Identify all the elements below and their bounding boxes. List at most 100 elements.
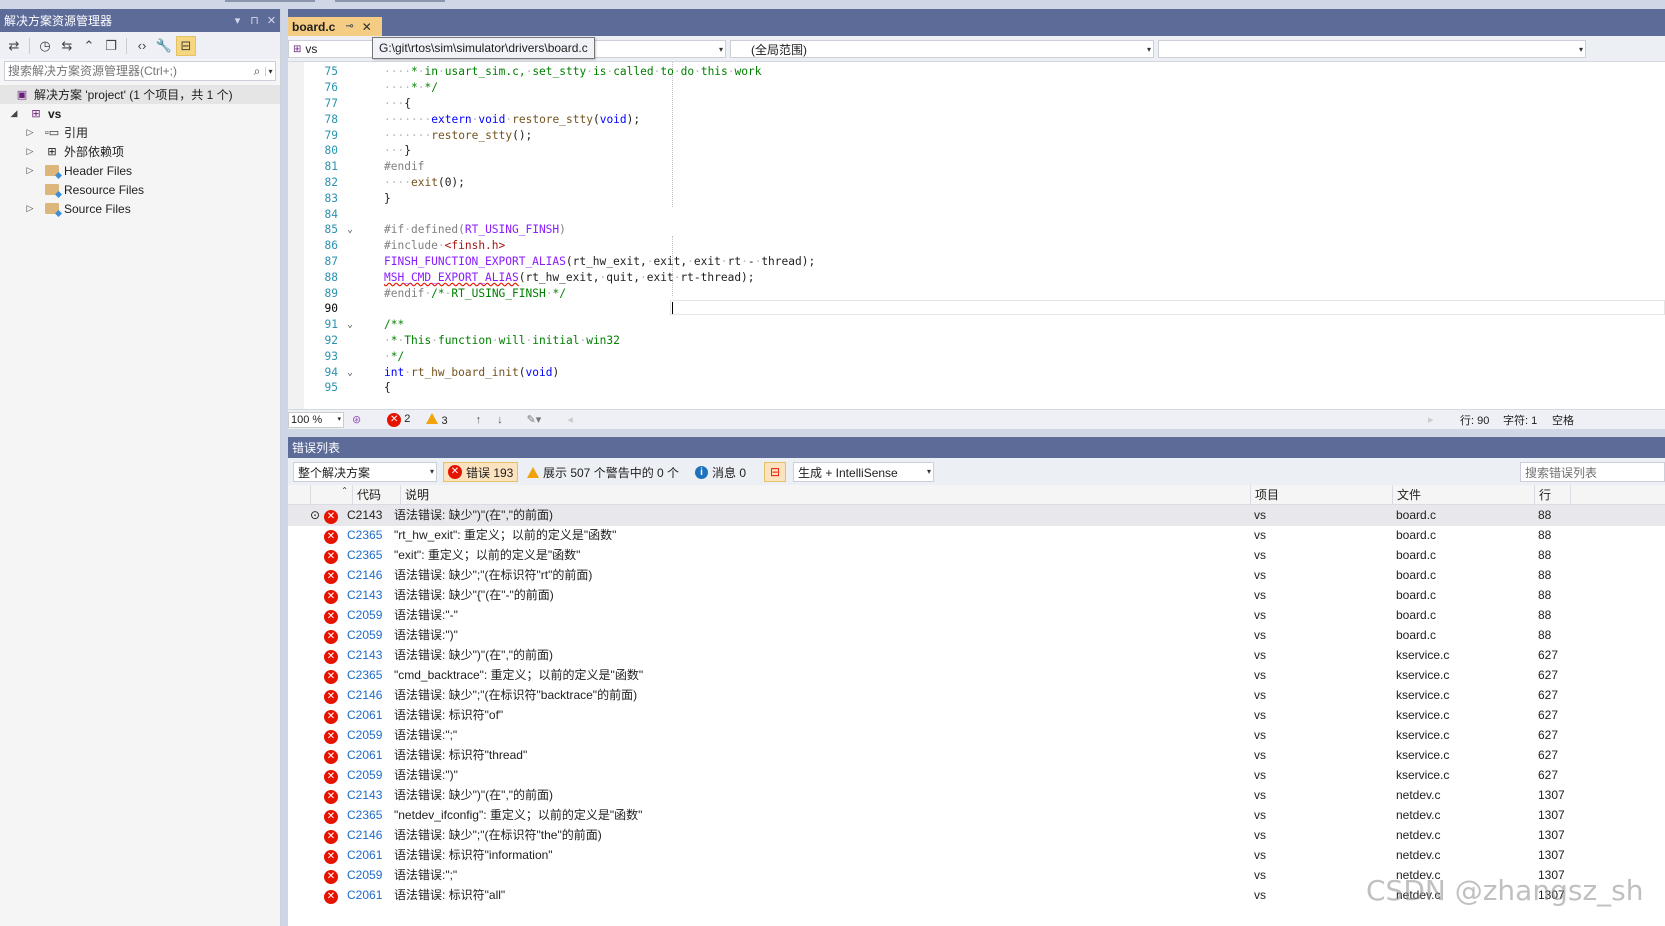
error-row[interactable]: ✕ C2365 "exit": 重定义；以前的定义是"函数" vs board.c 88 [288, 545, 1665, 566]
code-line[interactable]: 85 ⌄ #if·defined(RT_USING_FINSH) [288, 222, 1665, 238]
code-line[interactable]: 81 #endif [288, 159, 1665, 175]
error-code-link[interactable]: C2059 [347, 865, 382, 886]
code-line[interactable]: 89 #endif·/*·RT_USING_FINSH·*/ [288, 285, 1665, 301]
chevron-down-icon[interactable]: ▾ [927, 463, 931, 480]
filter-toggle-icon[interactable]: ⊟ [764, 462, 786, 482]
arrow-down-icon[interactable]: ↓ [497, 414, 503, 426]
error-code-link[interactable]: C2061 [347, 885, 382, 906]
show-all-files-icon[interactable]: ❐ [101, 36, 121, 56]
close-icon[interactable]: ✕ [263, 14, 280, 27]
error-list-search[interactable]: 搜索错误列表 [1520, 462, 1665, 482]
code-line[interactable]: 84 [288, 206, 1665, 222]
vertical-splitter[interactable] [281, 9, 288, 926]
code-line[interactable]: 82 ····exit(0); [288, 175, 1665, 191]
expand-arrow-icon[interactable]: ◢ [8, 108, 20, 119]
error-code-link[interactable]: C2143 [347, 645, 382, 666]
error-code-link[interactable]: C2365 [347, 525, 382, 546]
error-row[interactable]: ✕ C2146 语法错误: 缺少";"(在标识符"rt"的前面) vs board.c 8… [288, 565, 1665, 586]
health-icon[interactable]: ⊛ [352, 413, 361, 426]
code-line[interactable]: 80 ···} [288, 143, 1665, 159]
sync-icon[interactable]: ⇆ [57, 36, 77, 56]
error-code-link[interactable]: C2059 [347, 765, 382, 786]
hidden-tab[interactable] [225, 0, 315, 2]
cleanup-brush-icon[interactable]: ✎▾ [527, 413, 542, 426]
copilot-icon[interactable]: ⊙ [310, 505, 320, 526]
code-line[interactable]: 87 FINSH_FUNCTION_EXPORT_ALIAS(rt_hw_exit… [288, 254, 1665, 270]
col-line[interactable]: 行 [1534, 485, 1570, 505]
error-row[interactable]: ✕ C2143 语法错误: 缺少")"(在","的前面) vs netdev.c 1307 [288, 785, 1665, 806]
pin-icon[interactable]: ⊸ [345, 21, 353, 32]
tab-board-c[interactable]: board.c ⊸ ✕ [288, 17, 382, 36]
fold-toggle-icon[interactable]: ⌄ [340, 319, 360, 330]
collapse-arrow-icon[interactable]: ▷ [24, 165, 36, 176]
error-code-link[interactable]: C2365 [347, 665, 382, 686]
code-line[interactable]: 91 ⌄ /** [288, 317, 1665, 333]
error-row[interactable]: ✕ C2143 语法错误: 缺少")"(在","的前面) vs kservice.c 62… [288, 645, 1665, 666]
col-icon[interactable] [288, 485, 310, 505]
code-line[interactable]: 95 { [288, 380, 1665, 396]
error-row[interactable]: ✕ C2146 语法错误: 缺少";"(在标识符"backtrace"的前面) vs k… [288, 685, 1665, 706]
code-line[interactable]: 86 #include·<finsh.h> [288, 238, 1665, 254]
error-code-link[interactable]: C2146 [347, 565, 382, 586]
member-combo[interactable]: ▾ [1158, 40, 1586, 58]
search-icon[interactable]: ⌕ [249, 64, 265, 79]
error-code-link[interactable]: C2059 [347, 625, 382, 646]
errors-indicator[interactable]: ✕ 2 [387, 412, 410, 427]
code-line[interactable]: 90 [288, 301, 1665, 317]
code-view-icon[interactable]: ‹› [132, 36, 152, 56]
error-code-link[interactable]: C2061 [347, 705, 382, 726]
code-editor[interactable]: 75 ····*·in·usart_sim.c,·set_stty·is·call… [288, 62, 1665, 409]
pending-changes-icon[interactable]: ◷ [35, 36, 55, 56]
collapse-all-icon[interactable]: ⌃ [79, 36, 99, 56]
error-code-link[interactable]: C2059 [347, 725, 382, 746]
arrow-up-icon[interactable]: ↑ [476, 414, 482, 426]
error-row[interactable]: ✕ C2059 语法错误:"-" vs board.c 88 [288, 605, 1665, 626]
solution-node[interactable]: ▣ 解决方案 'project' (1 个项目，共 1 个) [0, 85, 280, 104]
solution-search-input[interactable] [5, 64, 249, 78]
properties-wrench-icon[interactable]: 🔧 [154, 36, 174, 56]
chevron-down-icon[interactable]: ▾ [265, 66, 275, 76]
project-node[interactable]: ◢ ⊞ vs [0, 104, 280, 123]
tree-item-source-files[interactable]: ▷ Source Files [0, 199, 280, 218]
warnings-filter-button[interactable]: 展示 507 个警告中的 0 个 [523, 462, 683, 482]
error-row[interactable]: ✕ C2059 语法错误:";" vs kservice.c 627 [288, 725, 1665, 746]
collapse-arrow-icon[interactable]: ▷ [24, 127, 36, 138]
switch-views-icon[interactable]: ⇄ [4, 36, 24, 56]
fold-toggle-icon[interactable]: ⌄ [340, 367, 360, 378]
chevron-down-icon[interactable]: ▾ [1147, 41, 1151, 58]
error-row[interactable]: ✕ C2365 "cmd_backtrace": 重定义；以前的定义是"函数" vs k… [288, 665, 1665, 686]
dropdown-icon[interactable]: ▾ [229, 14, 246, 27]
tree-item-references[interactable]: ▷ ▫▭ 引用 [0, 123, 280, 142]
messages-filter-button[interactable]: i 消息 0 [691, 462, 750, 482]
error-code-link[interactable]: C2146 [347, 685, 382, 706]
code-line[interactable]: 88 MSH_CMD_EXPORT_ALIAS(rt_hw_exit,·quit,… [288, 269, 1665, 285]
zoom-combo[interactable]: 100 % ▾ [288, 411, 344, 428]
tree-item-resource-files[interactable]: Resource Files [0, 180, 280, 199]
warnings-indicator[interactable]: 3 [426, 412, 448, 427]
collapse-arrow-icon[interactable]: ▷ [24, 146, 36, 157]
whitespace-indicator[interactable]: 空格 [1552, 412, 1574, 428]
error-code-link[interactable]: C2146 [347, 825, 382, 846]
code-line[interactable]: 94 ⌄ int·rt_hw_board_init(void) [288, 364, 1665, 380]
col-suppression[interactable] [1570, 485, 1665, 505]
error-row[interactable]: ✕ C2146 语法错误: 缺少";"(在标识符"the"的前面) vs netdev.… [288, 825, 1665, 846]
col-sort[interactable]: ⌃ [310, 485, 352, 505]
horizontal-splitter[interactable] [288, 429, 1665, 437]
pin-icon[interactable]: ⊓ [246, 14, 263, 27]
error-code-link[interactable]: C2061 [347, 845, 382, 866]
error-code-link[interactable]: C2143 [347, 785, 382, 806]
error-code-link[interactable]: C2059 [347, 605, 382, 626]
collapse-arrow-icon[interactable]: ▷ [24, 203, 36, 214]
chevron-down-icon[interactable]: ▾ [1579, 41, 1583, 58]
chevron-down-icon[interactable]: ▾ [719, 41, 723, 58]
scope-filter-combo[interactable]: 整个解决方案 ▾ [293, 462, 437, 482]
code-line[interactable]: 92 ·*·This·function·will·initial·win32 [288, 333, 1665, 349]
error-row[interactable]: ✕ C2061 语法错误: 标识符"thread" vs kservice.c 627 [288, 745, 1665, 766]
col-code[interactable]: 代码 [352, 485, 400, 505]
chevron-down-icon[interactable]: ▾ [430, 463, 434, 480]
error-code-link[interactable]: C2143 [347, 585, 382, 606]
scroll-right-icon[interactable]: ▸ [1428, 413, 1434, 426]
code-line[interactable]: 77 ···{ [288, 96, 1665, 112]
code-line[interactable]: 78 ·······extern·void·restore_stty(void); [288, 111, 1665, 127]
error-row[interactable]: ✕ C2061 语法错误: 标识符"information" vs netdev.c 13… [288, 845, 1665, 866]
